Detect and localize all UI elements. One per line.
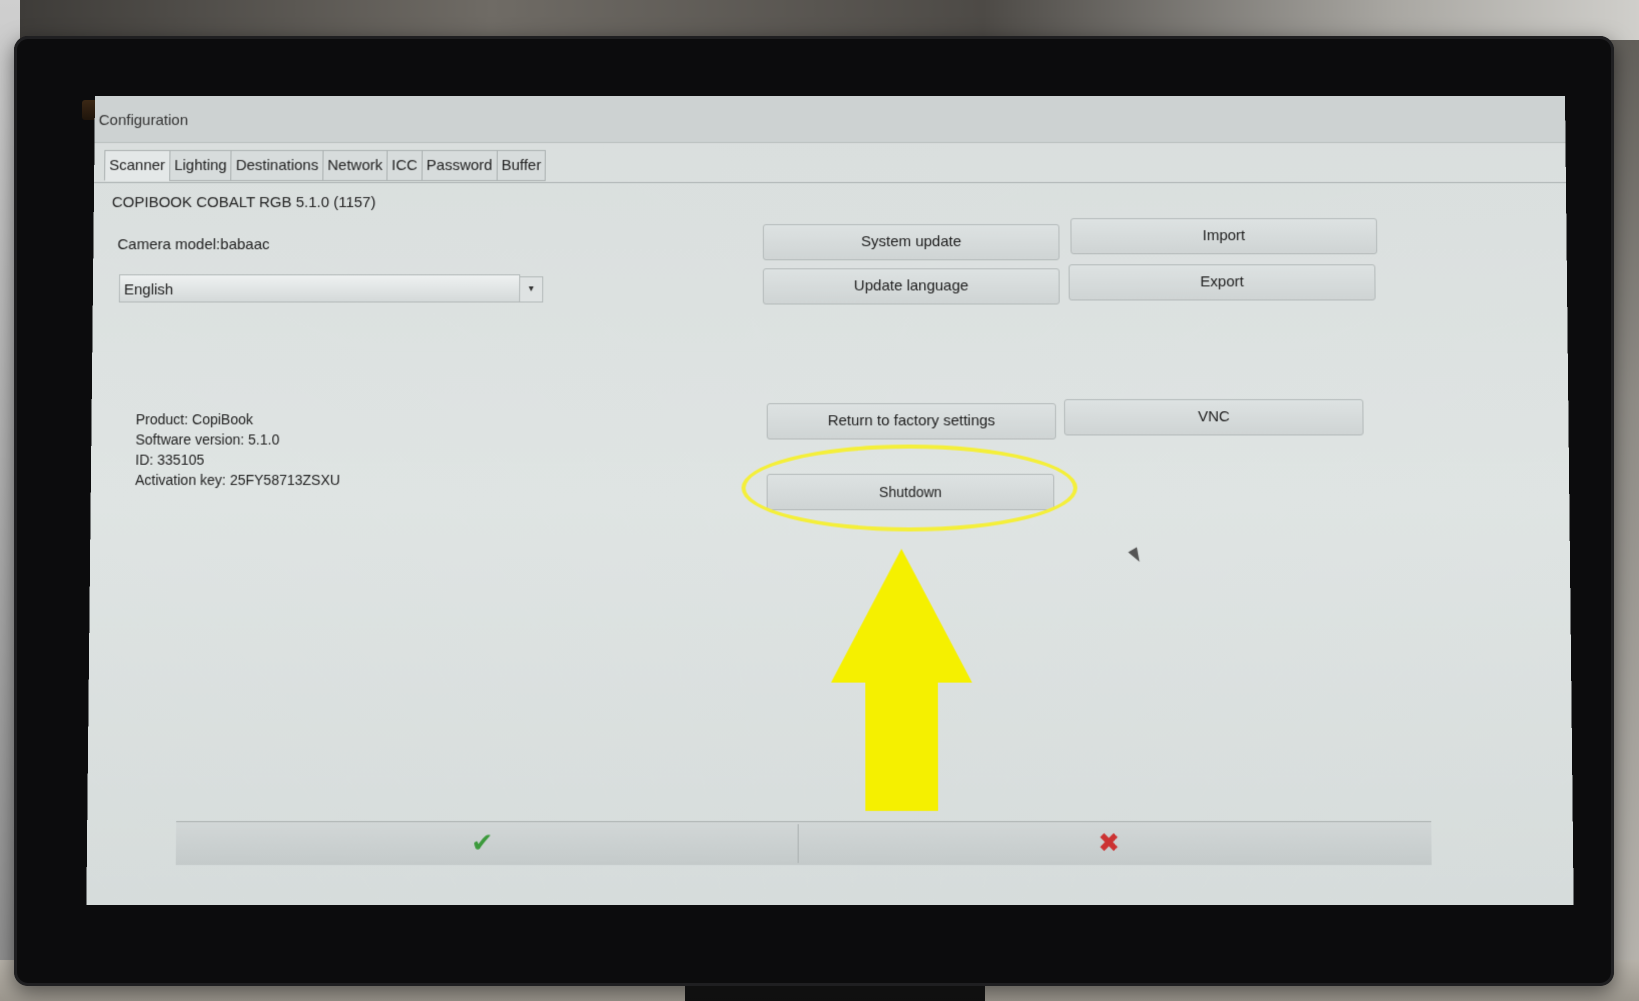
tab-icc[interactable]: ICC: [386, 150, 423, 182]
factory-settings-button[interactable]: Return to factory settings: [766, 403, 1057, 440]
monitor-screen: Configuration Scanner Lighting Destinati…: [86, 96, 1574, 905]
product-version-label: COPIBOOK COBALT RGB 5.1.0 (1157): [111, 194, 376, 212]
highlight-ellipse: [741, 444, 1078, 532]
bottom-divider: [797, 824, 799, 864]
system-update-button[interactable]: System update: [762, 224, 1060, 261]
window-titlebar: Configuration: [94, 96, 1566, 144]
tab-bar: Scanner Lighting Destinations Network IC…: [104, 150, 547, 182]
annotation-arrow-head: [831, 548, 973, 683]
product-name: Product: CopiBook: [135, 411, 254, 428]
annotation-arrow-shaft: [865, 680, 939, 811]
mouse-cursor-icon: [1128, 547, 1144, 565]
bottom-action-bar: ✔ ✖: [175, 821, 1432, 866]
tab-buffer[interactable]: Buffer: [496, 150, 547, 182]
window-title: Configuration: [98, 111, 189, 129]
cross-icon[interactable]: ✖: [1098, 828, 1120, 859]
tab-password[interactable]: Password: [421, 150, 498, 182]
tab-lighting[interactable]: Lighting: [169, 150, 232, 182]
tab-divider: [94, 182, 1566, 184]
device-id: ID: 335105: [135, 451, 205, 468]
dropdown-arrow-icon[interactable]: ▾: [519, 276, 544, 303]
update-language-button[interactable]: Update language: [762, 268, 1060, 305]
tab-network[interactable]: Network: [322, 150, 388, 182]
camera-model-label: Camera model:babaac: [117, 236, 270, 254]
vnc-button[interactable]: VNC: [1064, 399, 1364, 436]
import-button[interactable]: Import: [1070, 218, 1378, 255]
software-version: Software version: 5.1.0: [135, 431, 280, 448]
export-button[interactable]: Export: [1068, 264, 1376, 301]
product-info: Product: CopiBook Software version: 5.1.…: [135, 409, 341, 490]
tab-scanner[interactable]: Scanner: [104, 150, 171, 182]
activation-key: Activation key: 25FY58713ZSXU: [135, 471, 341, 488]
language-select[interactable]: English: [118, 274, 521, 303]
checkmark-icon[interactable]: ✔: [471, 828, 493, 859]
tab-destinations[interactable]: Destinations: [230, 150, 324, 182]
background-wall: [0, 0, 1639, 40]
